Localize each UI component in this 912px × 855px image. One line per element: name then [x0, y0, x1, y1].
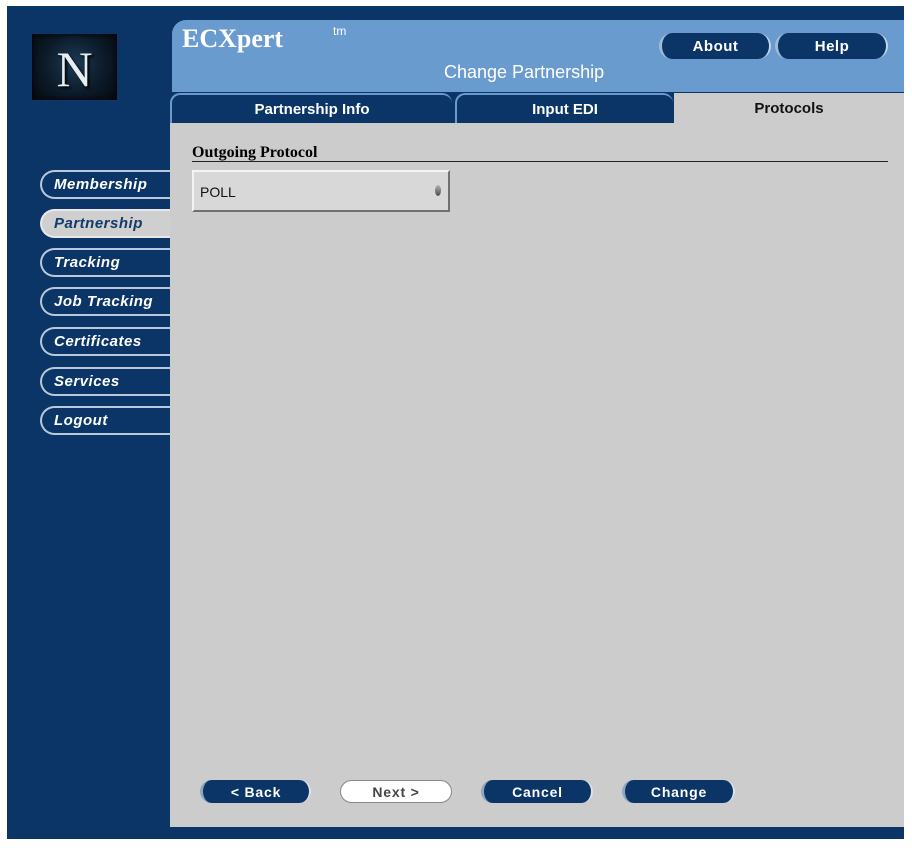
page-title: Change Partnership — [444, 62, 605, 82]
sidebar-item-job-tracking[interactable]: Job Tracking — [40, 287, 171, 316]
section-title: Outgoing Protocol — [192, 144, 318, 161]
header-bar: ECXpert tm Change Partnership About Help — [172, 20, 904, 92]
section-divider — [192, 161, 888, 162]
sidebar-item-tracking[interactable]: Tracking — [40, 248, 171, 277]
content-panel: Outgoing Protocol POLL — [170, 123, 904, 827]
tab-protocols[interactable]: Protocols — [674, 93, 904, 123]
cancel-button[interactable]: Cancel — [481, 780, 593, 803]
outgoing-protocol-select[interactable]: POLL — [192, 170, 450, 212]
netscape-logo: N — [32, 34, 117, 100]
sidebar-item-certificates[interactable]: Certificates — [40, 327, 171, 356]
next-button[interactable]: Next > — [340, 780, 452, 803]
sidebar-item-partnership[interactable]: Partnership — [40, 209, 171, 238]
change-button[interactable]: Change — [622, 780, 735, 803]
back-button[interactable]: < Back — [200, 780, 311, 803]
tab-input-edi[interactable]: Input EDI — [455, 93, 673, 123]
trademark-mark: tm — [333, 24, 347, 38]
tab-partnership-info[interactable]: Partnership Info — [170, 93, 452, 123]
sidebar-item-logout[interactable]: Logout — [40, 406, 171, 435]
select-arrow-icon — [435, 185, 441, 196]
select-value: POLL — [200, 184, 236, 200]
sidebar-item-membership[interactable]: Membership — [40, 170, 171, 199]
about-button[interactable]: About — [659, 33, 771, 59]
app-title: ECXpert — [182, 24, 284, 53]
help-button[interactable]: Help — [775, 33, 888, 59]
logo-letter: N — [56, 41, 93, 97]
sidebar-item-services[interactable]: Services — [40, 367, 171, 396]
